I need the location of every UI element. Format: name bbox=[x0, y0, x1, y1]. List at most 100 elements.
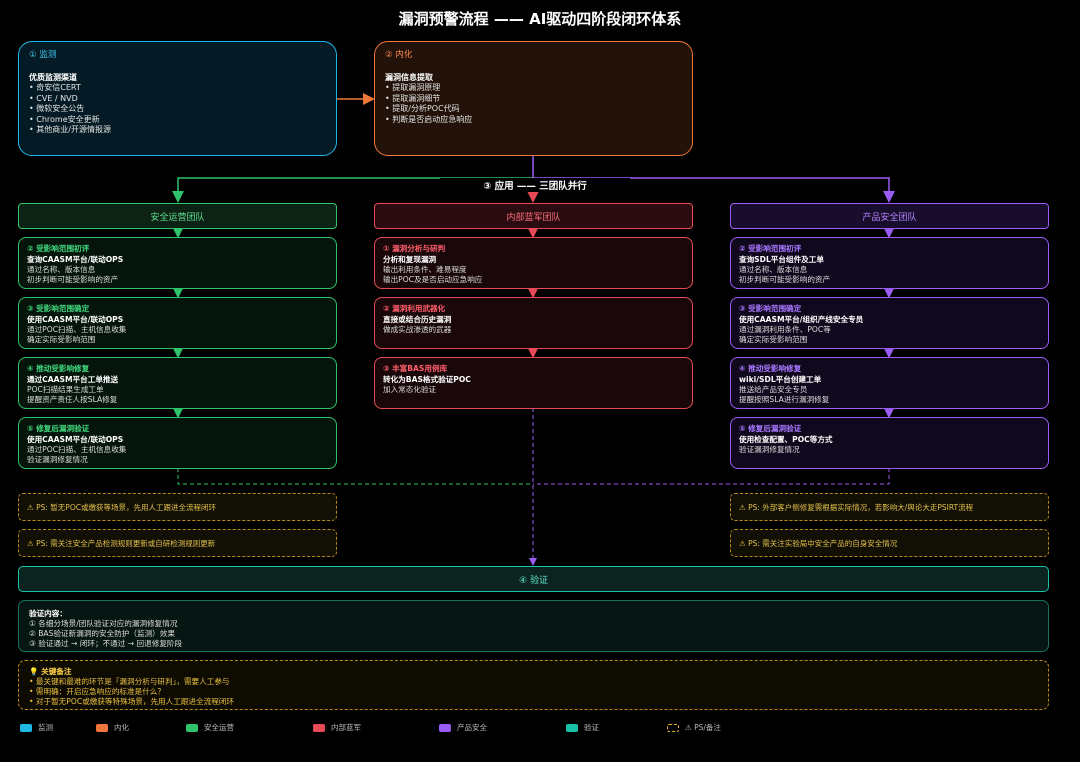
card-line: POC扫描结果生成工单 bbox=[27, 385, 104, 394]
card-subtitle: 查询CAASM平台/联动OPS bbox=[27, 255, 124, 264]
team-header-blueteam[interactable]: 内部蓝军团队 bbox=[374, 203, 693, 229]
monitor-item: • 其他商业/开源情报源 bbox=[29, 125, 111, 134]
verify-item: ③ 验证通过 → 闭环；不通过 → 回退修复阶段 bbox=[29, 639, 183, 648]
monitor-item: • CVE / NVD bbox=[29, 93, 78, 103]
ps-note: ⚠ PS: 外部客户侧修复需根据实际情况，若影响大/舆论大走PSIRT流程 bbox=[730, 493, 1049, 521]
card-line: 输出POC及是否启动应急响应 bbox=[383, 275, 483, 284]
legend-swatch bbox=[566, 723, 578, 732]
card-line: 验证漏洞修复情况 bbox=[739, 445, 800, 454]
card-subtitle: 分析和复现漏洞 bbox=[383, 255, 437, 264]
card-line: 提醒按照SLA进行漏洞修复 bbox=[739, 395, 830, 404]
card-title: ④ 推动受影响修复 bbox=[27, 364, 90, 373]
team-header-prodsec[interactable]: 产品安全团队 bbox=[730, 203, 1049, 229]
key-note-item: • 最关键和最难的环节是「漏洞分析与研判」，需要人工参与 bbox=[29, 677, 230, 686]
verify-content: 验证内容： ① 各细分场景/团队验证对应的漏洞修复情况 ② BAS验证新漏洞的安… bbox=[18, 600, 1049, 652]
apply-label: ③ 应用 —— 三团队并行 bbox=[440, 178, 630, 192]
monitor-subtitle: 优质监测渠道 bbox=[29, 72, 77, 82]
card-title: ③ 丰富BAS用例库 bbox=[383, 364, 448, 373]
card-title: ① 漏洞分析与研判 bbox=[383, 244, 446, 253]
legend-item-internalize: 内化 bbox=[96, 722, 129, 733]
legend-label: 安全运营 bbox=[204, 723, 234, 732]
monitor-item: • 奇安信CERT bbox=[29, 83, 81, 92]
stage-monitor[interactable]: ① 监测 优质监测渠道 • 奇安信CERT • CVE / NVD • 微软安全… bbox=[18, 41, 337, 156]
card-line: 输出利用条件、难易程度 bbox=[383, 265, 467, 274]
card-title: ⑤ 修复后漏洞验证 bbox=[27, 424, 90, 433]
internalize-item: • 提取漏洞细节 bbox=[385, 93, 441, 103]
legend-label: 验证 bbox=[584, 723, 599, 732]
legend-item-monitor: 监测 bbox=[20, 722, 53, 733]
legend-label: 产品安全 bbox=[457, 723, 487, 732]
blueteam-card[interactable]: ② 漏洞利用武器化 直接或结合历史漏洞 做成实战渗透的武器 bbox=[374, 297, 693, 349]
card-title: ② 漏洞利用武器化 bbox=[383, 304, 446, 313]
card-line: 通过POC扫描、主机信息收集 bbox=[27, 325, 127, 334]
card-line: 确定实际受影响范围 bbox=[27, 335, 96, 344]
card-subtitle: 转化为BAS格式验证POC bbox=[383, 375, 471, 384]
internalize-item: • 判断是否启动应急响应 bbox=[385, 114, 473, 124]
card-line: 加入常态化验证 bbox=[383, 385, 437, 394]
team-header-secops[interactable]: 安全运营团队 bbox=[18, 203, 337, 229]
internalize-item: • 提取/分析POC代码 bbox=[385, 104, 460, 113]
verify-subtitle: 验证内容： bbox=[29, 609, 67, 618]
card-line: 通过漏洞利用条件、POC等 bbox=[739, 325, 831, 334]
legend-swatch bbox=[186, 723, 198, 732]
page-title: 漏洞预警流程 —— AI驱动四阶段闭环体系 bbox=[398, 10, 682, 28]
card-subtitle: wiki/SDL平台创建工单 bbox=[739, 375, 822, 384]
key-notes: 💡 关键备注 • 最关键和最难的环节是「漏洞分析与研判」，需要人工参与 • 需明… bbox=[18, 660, 1049, 710]
legend-swatch bbox=[96, 723, 108, 732]
card-line: 通过名称、版本信息 bbox=[27, 265, 96, 274]
card-title: ③ 受影响范围确定 bbox=[27, 304, 90, 313]
ps-note: ⚠ PS: 需关注安全产品检测规则更新或自研检测规则更新 bbox=[18, 529, 337, 557]
blueteam-card[interactable]: ③ 丰富BAS用例库 转化为BAS格式验证POC 加入常态化验证 bbox=[374, 357, 693, 409]
secops-card[interactable]: ③ 受影响范围确定 使用CAASM平台/联动OPS 通过POC扫描、主机信息收集… bbox=[18, 297, 337, 349]
internalize-heading: ② 内化 bbox=[385, 50, 413, 60]
card-line: 初步判断可能受影响的资产 bbox=[739, 275, 831, 284]
secops-card[interactable]: ② 受影响范围初评 查询CAASM平台/联动OPS 通过名称、版本信息 初步判断… bbox=[18, 237, 337, 289]
card-title: ② 受影响范围初评 bbox=[27, 244, 90, 253]
ps-note: ⚠ PS: 暂无POC或缴获等场景，先用人工跟进全流程闭环 bbox=[18, 493, 337, 521]
prodsec-card[interactable]: ② 受影响范围初评 查询SDL平台组件及工单 通过名称、版本信息 初步判断可能受… bbox=[730, 237, 1049, 289]
legend-item-verify: 验证 bbox=[566, 722, 599, 733]
card-subtitle: 查询SDL平台组件及工单 bbox=[739, 255, 824, 264]
legend-swatch bbox=[20, 723, 32, 732]
verify-item: ① 各细分场景/团队验证对应的漏洞修复情况 bbox=[29, 619, 178, 628]
monitor-item: • Chrome安全更新 bbox=[29, 114, 100, 124]
card-title: ② 受影响范围初评 bbox=[739, 244, 802, 253]
card-line: 初步判断可能受影响的资产 bbox=[27, 275, 119, 284]
card-line: 验证漏洞修复情况 bbox=[27, 455, 88, 464]
legend-swatch bbox=[313, 723, 325, 732]
verify-header[interactable]: ④ 验证 bbox=[18, 566, 1049, 592]
card-line: 推送给产品安全专员 bbox=[739, 385, 808, 394]
legend-swatch bbox=[667, 723, 679, 732]
card-line: 做成实战渗透的武器 bbox=[383, 325, 452, 334]
internalize-item: • 提取漏洞原理 bbox=[385, 83, 441, 92]
blueteam-card[interactable]: ① 漏洞分析与研判 分析和复现漏洞 输出利用条件、难易程度 输出POC及是否启动… bbox=[374, 237, 693, 289]
card-title: ③ 受影响范围确定 bbox=[739, 304, 802, 313]
legend-item-blueteam: 内部蓝军 bbox=[313, 722, 361, 733]
card-subtitle: 使用CAASM平台/组织产线安全专员 bbox=[739, 315, 864, 324]
internalize-subtitle: 漏洞信息提取 bbox=[385, 72, 433, 82]
legend-swatch bbox=[439, 723, 451, 732]
card-subtitle: 直接或结合历史漏洞 bbox=[383, 315, 452, 324]
secops-card[interactable]: ④ 推动受影响修复 通过CAASM平台工单推送 POC扫描结果生成工单 提醒资产… bbox=[18, 357, 337, 409]
legend-label: ⚠ PS/备注 bbox=[685, 723, 721, 732]
key-note-item: • 需明确：开启应急响应的标准是什么？ bbox=[29, 687, 165, 696]
card-line: 确定实际受影响范围 bbox=[739, 335, 808, 344]
card-line: 通过名称、版本信息 bbox=[739, 265, 808, 274]
monitor-item: • 微软安全公告 bbox=[29, 104, 85, 113]
card-title: ④ 推动受影响修复 bbox=[739, 364, 802, 373]
card-subtitle: 使用CAASM平台/联动OPS bbox=[27, 315, 124, 324]
legend-label: 监测 bbox=[38, 723, 53, 732]
prodsec-card[interactable]: ④ 推动受影响修复 wiki/SDL平台创建工单 推送给产品安全专员 提醒按照S… bbox=[730, 357, 1049, 409]
legend-label: 内化 bbox=[114, 723, 129, 732]
key-notes-heading: 💡 关键备注 bbox=[29, 667, 72, 676]
legend-item-prodsec: 产品安全 bbox=[439, 722, 487, 733]
prodsec-card[interactable]: ③ 受影响范围确定 使用CAASM平台/组织产线安全专员 通过漏洞利用条件、PO… bbox=[730, 297, 1049, 349]
card-line: 通过POC扫描、主机信息收集 bbox=[27, 445, 127, 454]
legend-item-ps: ⚠ PS/备注 bbox=[667, 722, 721, 733]
prodsec-card[interactable]: ⑤ 修复后漏洞验证 使用检查配置、POC等方式 验证漏洞修复情况 bbox=[730, 417, 1049, 469]
stage-internalize[interactable]: ② 内化 漏洞信息提取 • 提取漏洞原理 • 提取漏洞细节 • 提取/分析POC… bbox=[374, 41, 693, 156]
legend-item-secops: 安全运营 bbox=[186, 722, 234, 733]
secops-card[interactable]: ⑤ 修复后漏洞验证 使用CAASM平台/联动OPS 通过POC扫描、主机信息收集… bbox=[18, 417, 337, 469]
card-title: ⑤ 修复后漏洞验证 bbox=[739, 424, 802, 433]
monitor-heading: ① 监测 bbox=[29, 50, 57, 60]
